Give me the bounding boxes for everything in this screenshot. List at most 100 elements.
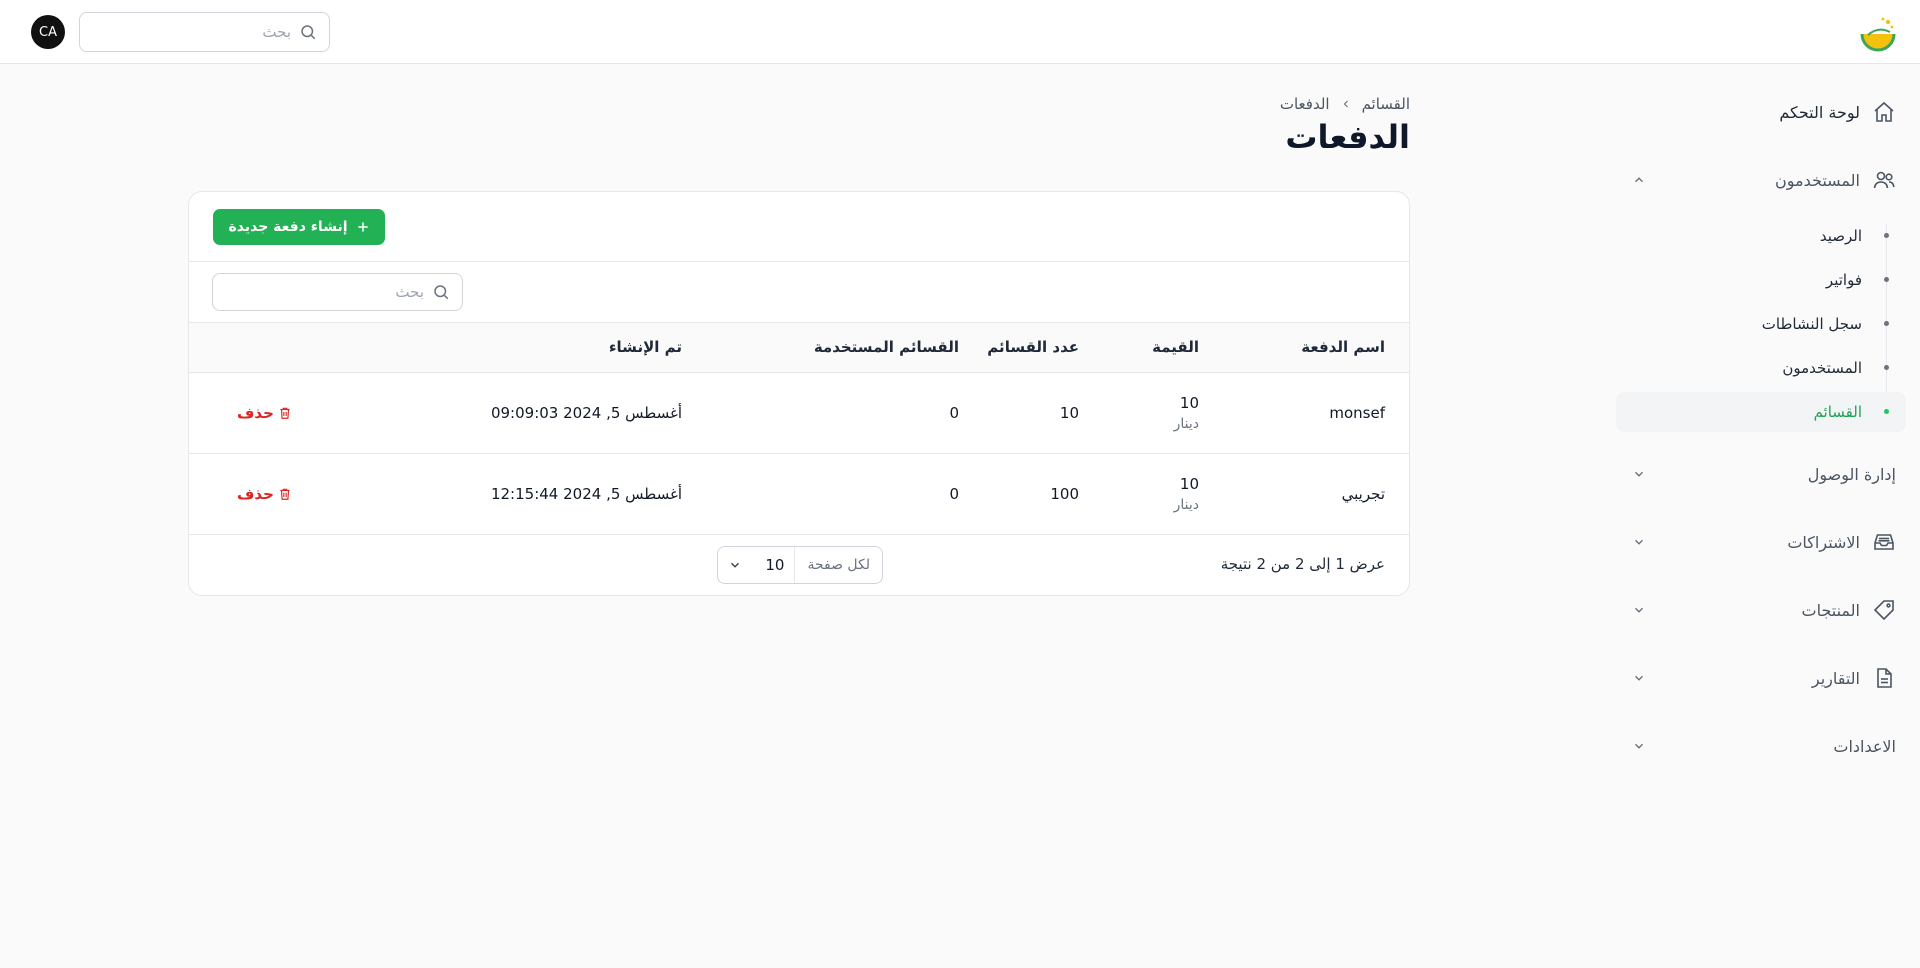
column-header-count[interactable]: عدد القسائم [959, 323, 1079, 372]
cell-name: تجريبي [1341, 484, 1385, 503]
cell-created: أغسطس 5, 2024 09:09:03 [490, 403, 682, 422]
trash-icon [280, 488, 290, 500]
sidebar-item-users[interactable]: المستخدمون [1616, 156, 1906, 204]
delete-label: حذف [237, 403, 274, 422]
cell-count: 10 [1059, 403, 1079, 422]
sidebar-item-reports[interactable]: التقارير [1616, 654, 1906, 702]
home-icon [1874, 101, 1894, 122]
sidebar-item-access-management[interactable]: إدارة الوصول [1616, 450, 1906, 498]
table-search-input[interactable] [213, 283, 424, 301]
cell-used: 0 [949, 484, 959, 503]
sidebar: لوحة التحكم المستخدمون الرصيد فواتير سجل… [1616, 88, 1906, 790]
users-icon [1873, 171, 1895, 189]
batches-table: اسم الدفعة القيمة عدد القسائم القسائم ال… [189, 323, 1409, 535]
search-icon [434, 285, 449, 300]
sidebar-subitem-users[interactable]: المستخدمون [1616, 348, 1906, 388]
column-header-used[interactable]: القسائم المستخدمة [682, 323, 959, 372]
sidebar-subitem-activity-log[interactable]: سجل النشاطات [1616, 304, 1906, 344]
sidebar-item-label: الاعدادات [1833, 736, 1896, 756]
value-currency: دينار [1173, 415, 1199, 432]
chevron-down-icon[interactable] [1632, 535, 1646, 549]
trash-icon [280, 407, 290, 419]
per-page-select[interactable]: 10 [718, 547, 794, 583]
sidebar-item-dashboard[interactable]: لوحة التحكم [1616, 88, 1906, 136]
cell-created: أغسطس 5, 2024 12:15:44 [490, 484, 682, 503]
column-header-name[interactable]: اسم الدفعة [1199, 323, 1409, 372]
sidebar-item-label: المستخدمون [1775, 170, 1860, 190]
card-header: إنشاء دفعة جديدة [189, 192, 1409, 262]
sidebar-item-label: المنتجات [1801, 600, 1861, 620]
delete-button[interactable]: حذف [237, 485, 292, 503]
sidebar-subitem-vouchers[interactable]: القسائم [1616, 392, 1906, 432]
create-batch-button[interactable]: إنشاء دفعة جديدة [213, 209, 385, 245]
cell-used: 0 [949, 403, 959, 422]
column-header-value[interactable]: القيمة [1079, 323, 1199, 372]
table-header-row: اسم الدفعة القيمة عدد القسائم القسائم ال… [189, 323, 1409, 372]
document-icon [1877, 668, 1892, 688]
plus-icon [357, 222, 368, 232]
sidebar-subitem-label: المستخدمون [1782, 359, 1862, 377]
sidebar-subitem-label: القسائم [1813, 403, 1862, 421]
search-icon [301, 25, 316, 40]
page-title: الدفعات [1285, 118, 1410, 156]
batches-card: إنشاء دفعة جديدة اسم الدفعة القيمة عدد ا… [188, 191, 1410, 596]
global-search-input[interactable] [80, 23, 291, 41]
chevron-left-icon [1343, 100, 1348, 108]
column-header-created[interactable]: تم الإنشاء [332, 323, 682, 372]
value-amount: 10 [1179, 474, 1199, 493]
top-bar: CA [0, 0, 1920, 64]
value-amount: 10 [1179, 393, 1199, 412]
delete-button[interactable]: حذف [237, 404, 292, 422]
sidebar-subitem-label: سجل النشاطات [1761, 315, 1862, 333]
chevron-up-icon[interactable] [1632, 173, 1646, 187]
table-row[interactable]: monsef 10 دينار 10 0 أغسطس 5, 2024 09:09… [189, 372, 1409, 453]
sidebar-subitem-balance[interactable]: الرصيد [1616, 216, 1906, 256]
chevron-down-icon[interactable] [1632, 603, 1646, 617]
sidebar-subitem-invoices[interactable]: فواتير [1616, 260, 1906, 300]
users-submenu: الرصيد فواتير سجل النشاطات المستخدمون ال… [1616, 216, 1906, 432]
cell-value: 10 دينار [1079, 372, 1199, 453]
global-search[interactable] [79, 12, 330, 52]
chevron-down-icon[interactable] [1632, 739, 1646, 753]
cell-value: 10 دينار [1079, 453, 1199, 534]
sidebar-item-label: إدارة الوصول [1807, 464, 1896, 484]
avatar[interactable]: CA [31, 15, 65, 49]
sidebar-item-subscriptions[interactable]: الاشتراكات [1616, 518, 1906, 566]
sidebar-subitem-label: الرصيد [1819, 227, 1862, 245]
breadcrumb-current: الدفعات [1279, 95, 1330, 113]
sidebar-subitem-label: فواتير [1825, 271, 1862, 289]
value-currency: دينار [1173, 496, 1199, 513]
table-search[interactable] [212, 273, 463, 311]
sidebar-item-label: لوحة التحكم [1779, 102, 1860, 122]
delete-label: حذف [237, 484, 274, 503]
cell-count: 100 [1050, 484, 1079, 503]
chevron-down-icon[interactable] [1632, 467, 1646, 481]
pagination-footer: عرض 1 إلى 2 من 2 نتيجة لكل صفحة 10 [189, 535, 1409, 595]
filter-bar [189, 262, 1409, 323]
table-row[interactable]: تجريبي 10 دينار 100 0 أغسطس 5, 2024 12:1… [189, 453, 1409, 534]
inbox-icon [1874, 534, 1894, 550]
bullet-dot [1884, 409, 1889, 414]
cell-actions: حذف [189, 453, 332, 534]
breadcrumb: القسائم الدفعات [1280, 95, 1410, 113]
column-header-actions [189, 323, 332, 372]
per-page-value: 10 [765, 555, 785, 574]
chevron-down-icon [731, 562, 739, 568]
sidebar-item-settings[interactable]: الاعدادات [1616, 722, 1906, 770]
create-batch-label: إنشاء دفعة جديدة [228, 219, 348, 235]
leaf-sun-logo[interactable] [1858, 14, 1898, 54]
sidebar-item-label: التقارير [1811, 668, 1860, 688]
per-page-label: لكل صفحة [794, 546, 882, 583]
sidebar-item-label: الاشتراكات [1787, 532, 1860, 552]
breadcrumb-parent[interactable]: القسائم [1362, 95, 1410, 113]
chevron-down-icon[interactable] [1632, 671, 1646, 685]
sidebar-item-products[interactable]: المنتجات [1616, 586, 1906, 634]
cell-name: monsef [1329, 403, 1385, 422]
tag-icon [1873, 600, 1894, 621]
bullet-dot [1884, 365, 1889, 370]
bullet-dot [1884, 233, 1889, 238]
bullet-dot [1884, 321, 1889, 326]
results-summary: عرض 1 إلى 2 من 2 نتيجة [1220, 554, 1385, 573]
cell-actions: حذف [189, 372, 332, 453]
bullet-dot [1884, 277, 1889, 282]
